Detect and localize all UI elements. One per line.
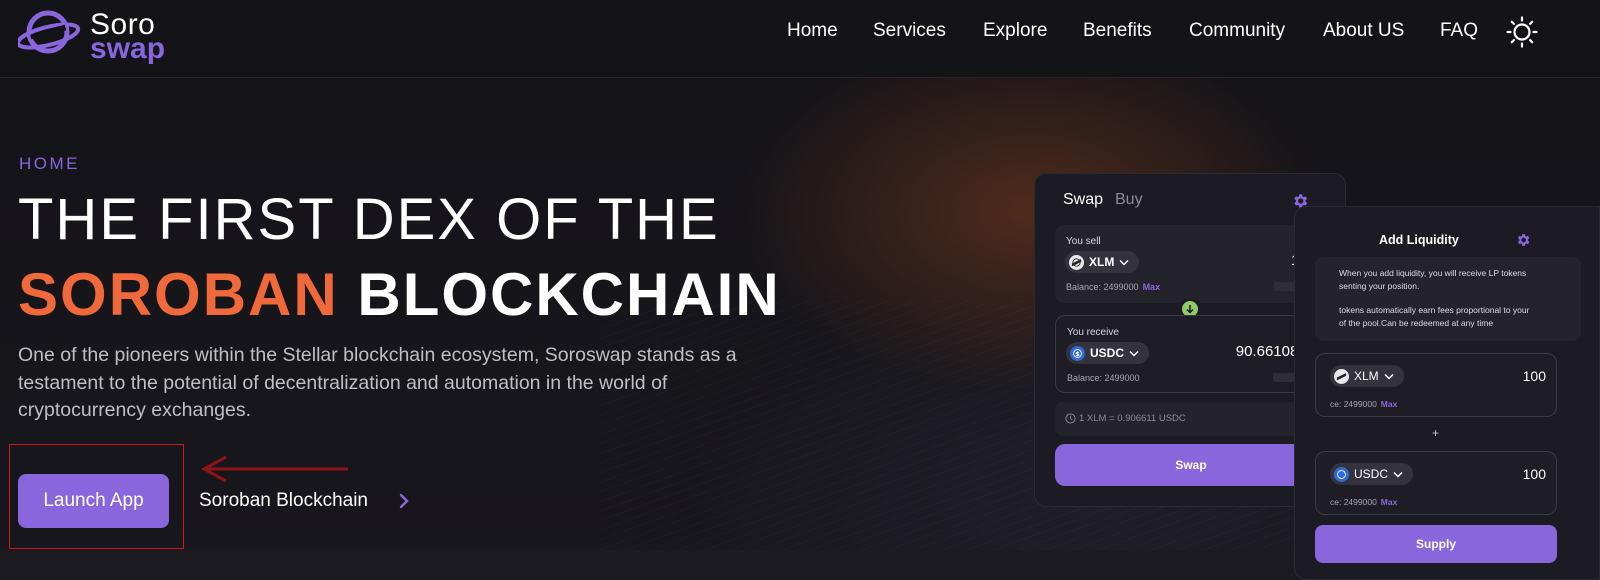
chevron-down-icon <box>1129 350 1139 356</box>
annotation-arrow-icon <box>200 455 348 483</box>
receive-token-name: USDC <box>1090 346 1125 360</box>
nav-about-us[interactable]: About US <box>1323 20 1404 42</box>
info-icon <box>1065 413 1076 424</box>
nav-benefits[interactable]: Benefits <box>1083 20 1152 42</box>
liquidity-token-b-panel: USDC 100 ce: 2499000 Max <box>1315 451 1557 515</box>
chevron-down-icon <box>1119 259 1129 265</box>
max-button[interactable]: Max <box>1381 399 1398 409</box>
nav-community[interactable]: Community <box>1189 20 1285 42</box>
arrow-down-icon <box>1186 305 1194 314</box>
sun-icon[interactable] <box>1506 16 1538 48</box>
nav-home[interactable]: Home <box>787 20 838 42</box>
hero-title-accent: SOROBAN <box>18 261 339 328</box>
hero-bottom-strip <box>0 550 1290 580</box>
liquidity-info-line2: senting your position. <box>1339 281 1420 291</box>
chevron-down-icon <box>1393 471 1403 477</box>
token-a-balance-text: ce: 2499000 <box>1330 399 1377 409</box>
token-b-name: USDC <box>1354 467 1389 481</box>
token-a-name: XLM <box>1354 369 1379 383</box>
liquidity-info-line3: tokens automatically earn fees proportio… <box>1339 305 1530 315</box>
usdc-icon: $ <box>1070 345 1085 361</box>
launch-app-button[interactable]: Launch App <box>18 474 169 528</box>
top-navbar: Soro swap Home Services Explore Benefits… <box>0 0 1600 78</box>
exchange-rate-row[interactable]: 1 XLM = 0.906611 USDC <box>1055 402 1327 436</box>
sell-balance-text: Balance: 2499000 <box>1066 282 1139 292</box>
supply-button[interactable]: Supply <box>1315 525 1557 563</box>
receive-balance: Balance: 2499000 <box>1067 373 1140 383</box>
sell-balance: Balance: 2499000 Max <box>1066 282 1160 292</box>
token-b-amount-input[interactable]: 100 <box>1523 466 1546 482</box>
sell-panel: You sell XLM 100 Balance: 2499000Max <box>1055 225 1327 303</box>
token-b-balance: ce: 2499000 Max <box>1330 497 1397 507</box>
stellar-icon <box>1069 254 1084 270</box>
receive-token-select[interactable]: $ USDC <box>1066 342 1150 364</box>
token-a-balance: ce: 2499000 Max <box>1330 399 1397 409</box>
nav-menu: Home Services Explore Benefits Community… <box>0 20 1600 50</box>
gear-icon[interactable] <box>1515 232 1531 248</box>
nav-faq[interactable]: FAQ <box>1440 20 1478 42</box>
liquidity-info-box: When you add liquidity, you will receive… <box>1315 257 1581 341</box>
token-a-select[interactable]: XLM <box>1330 365 1404 387</box>
nav-services[interactable]: Services <box>873 20 946 42</box>
exchange-rate-text: 1 XLM = 0.906611 USDC <box>1079 413 1186 424</box>
liquidity-info-line4: of the pool.Can be redeemed at any time <box>1339 318 1494 328</box>
liquidity-token-a-panel: XLM 100 ce: 2499000 Max <box>1315 353 1557 417</box>
hero-title-rest: BLOCKCHAIN <box>357 261 781 328</box>
hero-title-line2: SOROBAN BLOCKCHAIN <box>18 260 781 329</box>
receive-panel: You receive $ USDC 90.6610894 Balance: 2… <box>1055 315 1327 393</box>
receive-label: You receive <box>1067 327 1119 338</box>
token-b-select[interactable]: USDC <box>1330 463 1414 485</box>
token-a-amount-input[interactable]: 100 <box>1523 368 1546 384</box>
sell-token-select[interactable]: XLM <box>1065 251 1140 273</box>
hero-title-line1: THE FIRST DEX OF THE <box>18 187 720 252</box>
liquidity-info-line1: When you add liquidity, you will receive… <box>1339 268 1527 278</box>
max-button[interactable]: Max <box>1143 282 1161 292</box>
stellar-icon <box>1334 368 1349 384</box>
token-b-balance-text: ce: 2499000 <box>1330 497 1377 507</box>
hero-description: One of the pioneers within the Stellar b… <box>18 344 737 421</box>
swap-button[interactable]: Swap <box>1055 444 1327 486</box>
tab-buy[interactable]: Buy <box>1115 191 1143 209</box>
plus-sign: + <box>1432 426 1440 440</box>
sell-label: You sell <box>1066 236 1101 247</box>
add-liquidity-title: Add Liquidity <box>1379 233 1459 247</box>
nav-explore[interactable]: Explore <box>983 20 1047 42</box>
chevron-down-icon <box>1384 373 1394 379</box>
add-liquidity-widget: Add Liquidity When you add liquidity, yo… <box>1294 206 1600 580</box>
sell-token-name: XLM <box>1089 255 1115 269</box>
max-button[interactable]: Max <box>1381 497 1398 507</box>
hero-eyebrow: HOME <box>19 154 80 173</box>
svg-text:$: $ <box>1075 349 1080 357</box>
usdc-icon <box>1334 466 1349 482</box>
soroban-blockchain-link[interactable]: Soroban Blockchain <box>199 490 368 512</box>
chevron-right-icon[interactable] <box>397 492 411 510</box>
tab-swap[interactable]: Swap <box>1063 191 1103 209</box>
